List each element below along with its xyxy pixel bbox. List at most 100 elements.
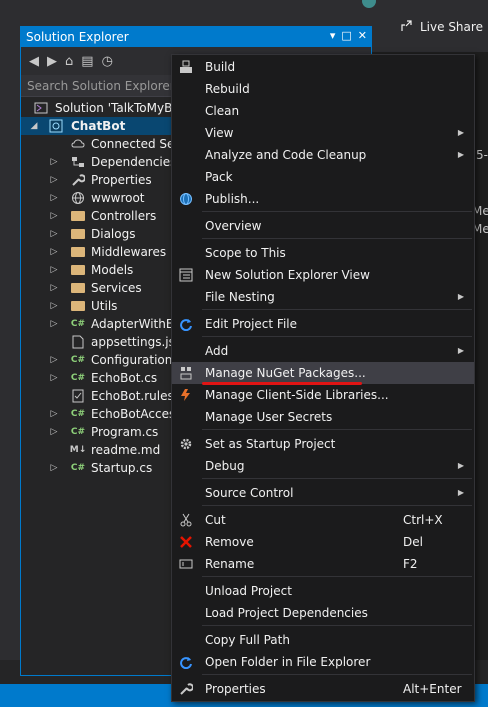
menu-item-cut[interactable]: Cut Ctrl+X [172,509,474,531]
collapsed-arrow-icon[interactable]: ▷ [49,369,59,387]
menu-item-label: Manage NuGet Packages... [205,366,366,380]
home-icon[interactable]: ⌂ [65,54,73,69]
dropdown-icon[interactable]: ▾ [330,29,336,42]
menu-item-label: Edit Project File [205,317,298,331]
menu-item-set-as-startup-project[interactable]: Set as Startup Project [172,433,474,455]
menu-item-label: File Nesting [205,290,275,304]
menu-item-add[interactable]: Add ▶ [172,340,474,362]
menu-item-label: View [205,126,234,140]
menu-item-load-project-dependencies[interactable]: Load Project Dependencies [172,602,474,624]
menu-item-remove[interactable]: Remove Del [172,531,474,553]
menu-item-debug[interactable]: Debug ▶ [172,455,474,477]
menu-item-analyze-and-code-cleanup[interactable]: Analyze and Code Cleanup ▶ [172,144,474,166]
menu-item-clean[interactable]: Clean [172,100,474,122]
submenu-arrow-icon: ▶ [457,128,464,137]
wrench-icon [70,173,86,187]
collapsed-arrow-icon[interactable]: ▷ [49,189,59,207]
menu-item-rebuild[interactable]: Rebuild [172,78,474,100]
tree-item-label: Controllers [91,209,157,223]
globe-icon [70,191,86,205]
history-icon[interactable]: ◷ [102,54,113,69]
menu-item-file-nesting[interactable]: File Nesting ▶ [172,286,474,308]
collapsed-arrow-icon[interactable]: ▷ [49,153,59,171]
folder-icon [70,263,86,277]
json-file-icon [70,335,86,349]
menu-item-label: Unload Project [205,584,292,598]
collapsed-arrow-icon[interactable]: ▷ [49,405,59,423]
menu-item-edit-project-file[interactable]: Edit Project File [172,313,474,335]
collapsed-arrow-icon[interactable]: ▷ [49,243,59,261]
menu-item-manage-client-side-libraries[interactable]: Manage Client-Side Libraries... [172,384,474,406]
menu-item-rename[interactable]: Rename F2 [172,553,474,575]
switch-views-icon[interactable]: ▤ [81,54,93,69]
csharp-file-icon: C# [70,463,86,473]
collapsed-arrow-icon[interactable]: ▷ [49,207,59,225]
folder-icon [70,299,86,313]
menu-item-label: Copy Full Path [205,633,290,647]
menu-item-scope-to-this[interactable]: Scope to This [172,242,474,264]
maximize-icon[interactable]: □ [341,29,351,42]
menu-item-properties[interactable]: Properties Alt+Enter [172,678,474,700]
submenu-arrow-icon: ▶ [457,461,464,470]
menu-item-label: Open Folder in File Explorer [205,655,371,669]
menu-item-copy-full-path[interactable]: Copy Full Path [172,629,474,651]
tree-item-label: Startup.cs [91,461,153,475]
collapsed-arrow-icon[interactable]: ▷ [49,297,59,315]
submenu-arrow-icon: ▶ [457,488,464,497]
menu-item-source-control[interactable]: Source Control ▶ [172,482,474,504]
menu-item-label: Analyze and Code Cleanup [205,148,367,162]
menu-item-pack[interactable]: Pack [172,166,474,188]
tree-item-label: Dependencies [91,155,177,169]
menu-separator [202,309,472,310]
refresh-icon [178,654,194,670]
tree-item-label: EchoBot.rulese [91,389,182,403]
collapsed-arrow-icon[interactable]: ▷ [49,279,59,297]
refresh-icon [178,316,194,332]
close-icon[interactable]: ✕ [358,29,367,42]
menu-item-label: Rebuild [205,82,250,96]
menu-separator [202,625,472,626]
forward-icon[interactable]: ▶ [47,54,57,69]
tree-item-label: Dialogs [91,227,136,241]
menu-item-overview[interactable]: Overview [172,215,474,237]
live-share-button[interactable]: Live Share [400,18,483,36]
context-menu: Build Rebuild Clean View ▶ Analyze and Code C… [171,54,475,702]
collapsed-arrow-icon[interactable]: ▷ [49,261,59,279]
menu-separator [202,505,472,506]
back-icon[interactable]: ◀ [29,54,39,69]
menu-item-label: Clean [205,104,240,118]
menu-item-build[interactable]: Build [172,56,474,78]
editor-text-1: 5- [476,148,488,162]
collapsed-arrow-icon[interactable]: ▷ [49,171,59,189]
tree-item-label: Utils [91,299,118,313]
menu-item-label: Build [205,60,236,74]
menu-item-new-solution-explorer-view[interactable]: New Solution Explorer View [172,264,474,286]
menu-item-open-folder-in-file-explorer[interactable]: Open Folder in File Explorer [172,651,474,673]
menu-separator [202,429,472,430]
menu-item-label: Debug [205,459,245,473]
menu-item-manage-nuget-packages[interactable]: Manage NuGet Packages... [172,362,474,384]
nuget-icon [178,365,194,381]
panel-title: Solution Explorer [26,30,129,44]
collapsed-arrow-icon[interactable]: ▷ [49,351,59,369]
folder-icon [70,245,86,259]
menu-item-label: Cut [205,513,226,527]
collapsed-arrow-icon[interactable]: ▷ [49,459,59,477]
build-icon [178,59,194,75]
dependencies-icon [70,155,86,169]
menu-item-view[interactable]: View ▶ [172,122,474,144]
wrench-icon [178,681,194,697]
menu-item-unload-project[interactable]: Unload Project [172,580,474,602]
menu-item-publish[interactable]: Publish... [172,188,474,210]
red-underline-annotation [202,382,362,385]
expanded-arrow-icon[interactable]: ◢ [29,117,39,135]
menu-item-manage-user-secrets[interactable]: Manage User Secrets [172,406,474,428]
menu-item-label: Rename [205,557,255,571]
menu-separator [202,238,472,239]
collapsed-arrow-icon[interactable]: ▷ [49,423,59,441]
collapsed-arrow-icon[interactable]: ▷ [49,225,59,243]
menu-item-label: Publish... [205,192,260,206]
rename-icon [178,556,194,572]
menu-item-label: Add [205,344,229,358]
collapsed-arrow-icon[interactable]: ▷ [49,315,59,333]
